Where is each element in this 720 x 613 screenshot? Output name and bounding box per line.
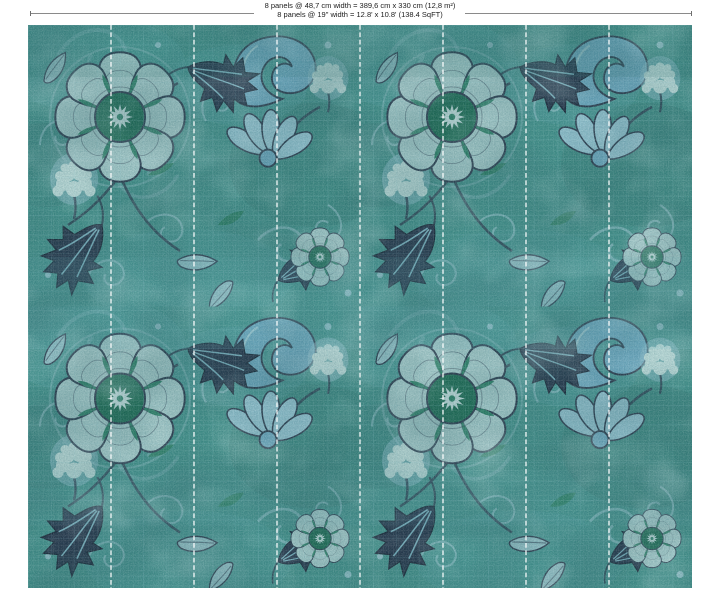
imperial-dimensions-label: 8 panels @ 19" width = 12.8' x 10.8' (13… [0, 10, 720, 19]
dimension-header: 8 panels @ 48,7 cm width = 389,6 cm x 33… [0, 0, 720, 25]
dimension-labels: 8 panels @ 48,7 cm width = 389,6 cm x 33… [0, 1, 720, 19]
wallpaper-preview [28, 25, 692, 588]
metric-dimensions-label: 8 panels @ 48,7 cm width = 389,6 cm x 33… [0, 1, 720, 10]
wallpaper-pattern-image [28, 25, 692, 588]
wallpaper-panel-preview: 8 panels @ 48,7 cm width = 389,6 cm x 33… [0, 0, 720, 613]
